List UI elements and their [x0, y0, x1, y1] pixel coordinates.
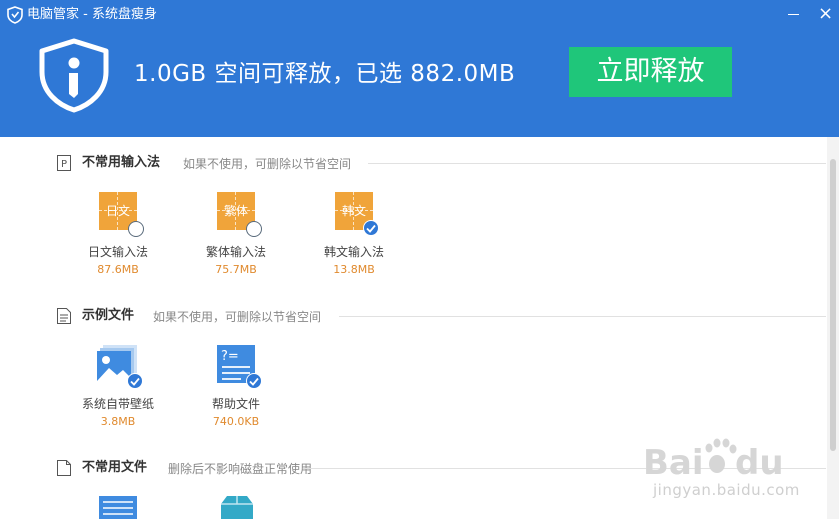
unchecked-icon[interactable]: [128, 221, 144, 237]
section-divider: [368, 163, 826, 164]
watermark-url: jingyan.baidu.com: [653, 481, 800, 499]
sample-item-help[interactable]: ?= 帮助文件 740.0KB: [181, 343, 291, 433]
svg-text:?=: ?=: [221, 349, 239, 364]
item-name: 繁体输入法: [205, 245, 266, 259]
free-space-headline: 1.0GB 空间可释放，已选 882.0MB: [134, 61, 516, 87]
close-button[interactable]: ×: [808, 0, 839, 30]
item-size: 13.8MB: [333, 263, 375, 276]
list-file-icon: [99, 496, 137, 519]
svg-text:P: P: [61, 159, 67, 170]
section-header-ime: P 不常用输入法 如果不使用，可删除以节省空间: [57, 153, 827, 173]
minimize-button[interactable]: [776, 0, 810, 30]
file-icon: [57, 460, 71, 476]
package-icon: [221, 496, 253, 519]
item-name: 帮助文件: [211, 397, 260, 411]
section-divider: [339, 316, 826, 317]
section-subtitle: 如果不使用，可删除以节省空间: [153, 310, 322, 324]
shield-i-icon: [39, 38, 109, 113]
app-logo-icon: [7, 6, 23, 24]
item-size: 87.6MB: [97, 263, 139, 276]
item-name: 日文输入法: [87, 245, 148, 259]
minimize-icon: [788, 14, 799, 15]
svg-text:Bai: Bai: [643, 443, 704, 483]
window-title: 电脑管家 - 系统盘瘦身: [27, 7, 157, 22]
ime-japanese-icon: 日文: [99, 192, 144, 237]
section-title: 不常用文件: [82, 460, 148, 475]
section-title: 示例文件: [82, 308, 135, 323]
checked-icon[interactable]: [363, 220, 379, 236]
item-size: 75.7MB: [215, 263, 257, 276]
scrollbar-thumb[interactable]: [830, 159, 836, 451]
item-size: 740.0KB: [212, 415, 260, 428]
checked-icon[interactable]: [127, 373, 143, 389]
svg-text:du: du: [735, 443, 784, 483]
checked-icon[interactable]: [246, 373, 262, 389]
item-name: 系统自带壁纸: [81, 397, 154, 411]
ime-item-korean[interactable]: 韩文 韩文输入法 13.8MB: [299, 192, 409, 282]
release-now-button[interactable]: 立即释放: [569, 47, 732, 97]
ime-korean-icon: 韩文: [335, 192, 379, 236]
title-bar[interactable]: 电脑管家 - 系统盘瘦身 ×: [0, 0, 839, 30]
ime-traditional-icon: 繁体: [217, 192, 262, 237]
unused-file-item[interactable]: [181, 494, 291, 519]
document-icon: [57, 308, 71, 324]
ime-item-japanese[interactable]: 日文 日文输入法 87.6MB: [63, 192, 173, 282]
help-file-icon: ?=: [217, 343, 262, 389]
header-banner: 电脑管家 - 系统盘瘦身 × 1.0GB 空间可释放，已选 882.0MB 立即…: [0, 0, 839, 137]
ime-item-traditional[interactable]: 繁体 繁体输入法 75.7MB: [181, 192, 291, 282]
item-name: 韩文输入法: [323, 245, 384, 259]
section-header-samples: 示例文件 如果不使用，可删除以节省空间: [57, 306, 827, 326]
p-box-icon: P: [57, 155, 71, 171]
close-icon: ×: [818, 3, 834, 24]
section-subtitle: 如果不使用，可删除以节省空间: [183, 157, 352, 171]
section-subtitle: 删除后不影响磁盘正常使用: [168, 462, 313, 476]
section-title: 不常用输入法: [82, 155, 161, 170]
unchecked-icon[interactable]: [246, 221, 262, 237]
wallpaper-icon: [97, 343, 143, 389]
item-size: 3.8MB: [100, 415, 136, 428]
sample-item-wallpaper[interactable]: 系统自带壁纸 3.8MB: [63, 343, 173, 433]
unused-file-item[interactable]: [63, 494, 173, 519]
